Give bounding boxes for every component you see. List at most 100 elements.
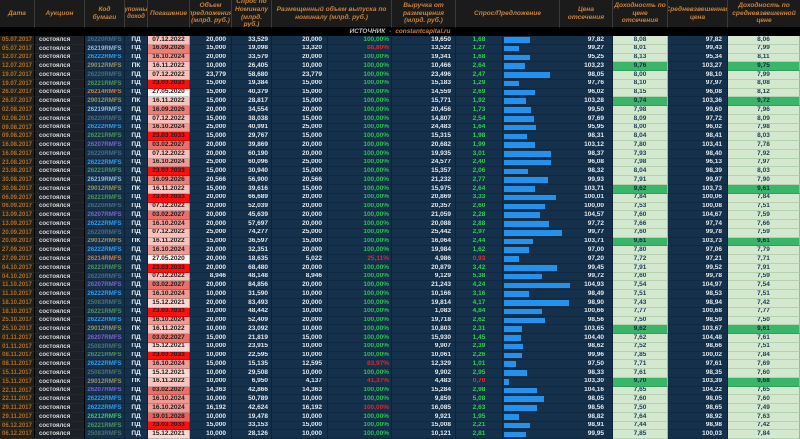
header-coupon-type[interactable]: Купонный доход <box>125 0 148 28</box>
cell-proceeds[interactable]: 10,466 <box>392 62 456 71</box>
cell-maturity-date[interactable]: 03.02.2027 <box>148 211 190 220</box>
cell-cutoff-price[interactable]: 98,49 <box>560 290 613 299</box>
cell-proceeds[interactable]: 10,061 <box>392 352 456 361</box>
header-cutoff-yield[interactable]: Доходность по цене отсечения <box>613 0 668 28</box>
cell-wavg-yield[interactable]: 8,03 <box>728 167 800 176</box>
cell-maturity-date[interactable]: 23.03.2033 <box>148 194 190 203</box>
cell-bid-cover-ratio[interactable]: 2,26 <box>456 352 503 361</box>
cell-maturity-date[interactable]: 16.10.2024 <box>148 317 190 326</box>
cell-demand[interactable]: 56,900 <box>232 176 272 185</box>
cell-bid-cover-ratio[interactable]: 1,92 <box>456 97 503 106</box>
cell-placed-percent[interactable]: 100,00% <box>328 290 392 299</box>
cell-placed-volume[interactable]: 13,320 <box>272 45 328 54</box>
cell-wavg-price[interactable]: 99,43 <box>668 45 728 54</box>
header-proceeds[interactable]: Выручка от размещения (млрд. руб.) <box>392 0 456 28</box>
cell-cutoff-yield[interactable]: 7,50 <box>613 404 668 413</box>
cell-wavg-yield[interactable]: 7,51 <box>728 343 800 352</box>
cell-demand[interactable]: 83,493 <box>232 299 272 308</box>
cell-maturity-date[interactable]: 03.02.2027 <box>148 334 190 343</box>
cell-wavg-price[interactable]: 98,39 <box>668 167 728 176</box>
cell-auction-status[interactable]: состоялся <box>35 71 85 80</box>
cell-wavg-yield[interactable]: 7,54 <box>728 281 800 290</box>
cell-bid-cover-ratio[interactable]: 1,29 <box>456 80 503 89</box>
cell-placed-volume[interactable]: 23,779 <box>272 71 328 80</box>
cell-proceeds[interactable]: 9,902 <box>392 369 456 378</box>
cell-wavg-price[interactable]: 103,73 <box>668 238 728 247</box>
cell-offer-volume[interactable]: 20,000 <box>190 255 232 264</box>
cell-wavg-price[interactable]: 103,73 <box>668 185 728 194</box>
cell-proceeds[interactable]: 15,183 <box>392 80 456 89</box>
cell-date[interactable]: 06.12.2017 <box>0 422 35 431</box>
cell-placed-volume[interactable]: 15,000 <box>272 97 328 106</box>
cell-coupon-type[interactable]: ПД <box>125 159 148 168</box>
cell-maturity-date[interactable]: 19.01.2028 <box>148 413 190 422</box>
cell-wavg-price[interactable]: 104,22 <box>668 387 728 396</box>
cell-demand[interactable]: 60,096 <box>232 159 272 168</box>
cell-demand[interactable]: 58,680 <box>232 71 272 80</box>
cell-offer-volume[interactable]: 25,000 <box>190 124 232 133</box>
cell-maturity-date[interactable]: 16.11.2022 <box>148 97 190 106</box>
cell-security-code[interactable]: 29012RMFS <box>85 378 125 387</box>
cell-wavg-price[interactable]: 98,40 <box>668 150 728 159</box>
cell-date[interactable]: 29.11.2017 <box>0 404 35 413</box>
cell-cutoff-price[interactable]: 99,95 <box>560 430 613 439</box>
cell-date[interactable]: 04.10.2017 <box>0 264 35 273</box>
cell-bid-cover-ratio[interactable]: 2,77 <box>456 176 503 185</box>
cell-demand[interactable]: 36,597 <box>232 238 272 247</box>
cell-wavg-price[interactable]: 97,06 <box>668 246 728 255</box>
cell-wavg-yield[interactable]: 7,79 <box>728 246 800 255</box>
cell-offer-volume[interactable]: 20,000 <box>190 317 232 326</box>
cell-date[interactable]: 08.11.2017 <box>0 360 35 369</box>
header-cutoff-price[interactable]: Цена отсечения <box>560 0 613 28</box>
cell-bid-cover-ratio[interactable]: 2,64 <box>456 185 503 194</box>
cell-cutoff-yield[interactable]: 7,60 <box>613 273 668 282</box>
cell-offer-volume[interactable]: 20,000 <box>190 299 232 308</box>
cell-cutoff-price[interactable]: 99,93 <box>560 176 613 185</box>
cell-security-code[interactable]: 26220RMFS <box>85 273 125 282</box>
cell-security-code[interactable]: 26214RMFS <box>85 255 125 264</box>
cell-maturity-date[interactable]: 15.12.2021 <box>148 299 190 308</box>
cell-bid-cover-ratio[interactable]: 4,24 <box>456 281 503 290</box>
cell-wavg-yield[interactable]: 7,63 <box>728 413 800 422</box>
cell-wavg-yield[interactable]: 7,92 <box>728 150 800 159</box>
cell-security-code[interactable]: 26219RMFS <box>85 176 125 185</box>
cell-placed-percent[interactable]: 100,00% <box>328 80 392 89</box>
cell-security-code[interactable]: 26222RMFS <box>85 124 125 133</box>
cell-placed-volume[interactable]: 20,000 <box>272 317 328 326</box>
cell-proceeds[interactable]: 20,357 <box>392 203 456 212</box>
cell-cutoff-price[interactable]: 95,95 <box>560 124 613 133</box>
cell-security-code[interactable]: 26222RMFS <box>85 159 125 168</box>
cell-date[interactable]: 11.10.2017 <box>0 281 35 290</box>
cell-maturity-date[interactable]: 16.10.2024 <box>148 246 190 255</box>
cell-placed-percent[interactable]: 100,00% <box>328 246 392 255</box>
cell-cutoff-yield[interactable]: 7,60 <box>613 395 668 404</box>
cell-maturity-date[interactable]: 16.10.2024 <box>148 290 190 299</box>
cell-demand[interactable]: 18,635 <box>232 255 272 264</box>
cell-proceeds[interactable]: 19,814 <box>392 299 456 308</box>
cell-wavg-yield[interactable]: 7,96 <box>728 106 800 115</box>
cell-coupon-type[interactable]: ПД <box>125 80 148 89</box>
cell-wavg-price[interactable]: 100,03 <box>668 430 728 439</box>
cell-proceeds[interactable]: 10,166 <box>392 290 456 299</box>
cell-date[interactable]: 09.08.2017 <box>0 132 35 141</box>
cell-wavg-yield[interactable]: 8,03 <box>728 132 800 141</box>
header-date[interactable]: Дата <box>0 0 35 28</box>
cell-cutoff-yield[interactable]: 7,80 <box>613 246 668 255</box>
cell-cutoff-yield[interactable]: 7,77 <box>613 308 668 317</box>
cell-placed-percent[interactable]: 100,00% <box>328 62 392 71</box>
cell-date[interactable]: 06.09.2017 <box>0 203 35 212</box>
cell-wavg-price[interactable]: 96,08 <box>668 89 728 98</box>
cell-auction-status[interactable]: состоялся <box>35 290 85 299</box>
cell-coupon-type[interactable]: ПК <box>125 325 148 334</box>
cell-date[interactable]: 23.08.2017 <box>0 159 35 168</box>
cell-auction-status[interactable]: состоялся <box>35 159 85 168</box>
cell-cutoff-price[interactable]: 99,27 <box>560 45 613 54</box>
cell-security-code[interactable]: 26220RMFS <box>85 203 125 212</box>
cell-auction-status[interactable]: состоялся <box>35 281 85 290</box>
cell-security-code[interactable]: 26222RMFS <box>85 404 125 413</box>
cell-auction-status[interactable]: состоялся <box>35 62 85 71</box>
cell-wavg-price[interactable]: 99,52 <box>668 264 728 273</box>
cell-wavg-price[interactable]: 104,48 <box>668 334 728 343</box>
cell-placed-volume[interactable]: 15,000 <box>272 334 328 343</box>
cell-security-code[interactable]: 26207RMFS <box>85 387 125 396</box>
